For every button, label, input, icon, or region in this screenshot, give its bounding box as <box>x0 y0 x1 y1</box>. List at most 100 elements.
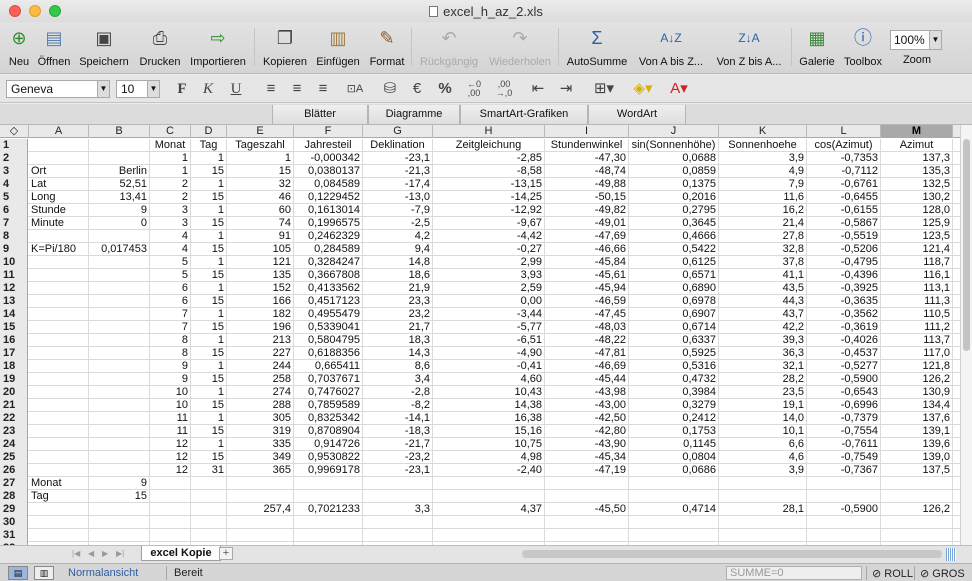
align-right-button[interactable]: ≡ <box>314 80 332 98</box>
cell-l16[interactable]: -0,4026 <box>807 334 881 347</box>
cell-h28[interactable] <box>433 490 545 503</box>
cell-c21[interactable]: 10 <box>150 399 191 412</box>
cell-k29[interactable]: 28,1 <box>719 503 807 516</box>
cell-f13[interactable]: 0,4517123 <box>294 295 363 308</box>
cell-j4[interactable]: 0,1375 <box>629 178 719 191</box>
bold-button[interactable]: F <box>172 80 192 98</box>
cell-f28[interactable] <box>294 490 363 503</box>
cell-g9[interactable]: 9,4 <box>363 243 433 256</box>
row-header[interactable]: 19 <box>0 373 28 386</box>
cell-i16[interactable]: -48,22 <box>545 334 629 347</box>
cell-m11[interactable]: 116,1 <box>881 269 953 282</box>
cell-j5[interactable]: 0,2016 <box>629 191 719 204</box>
cell-j23[interactable]: 0,1753 <box>629 425 719 438</box>
cell-l25[interactable]: -0,7549 <box>807 451 881 464</box>
cell-c10[interactable]: 5 <box>150 256 191 269</box>
cell-e18[interactable]: 244 <box>227 360 294 373</box>
cell-f3[interactable]: 0,0380137 <box>294 165 363 178</box>
cell-g22[interactable]: -14,1 <box>363 412 433 425</box>
row-header[interactable]: 24 <box>0 438 28 451</box>
cell-a2[interactable] <box>29 152 89 165</box>
cell-m12[interactable]: 113,1 <box>881 282 953 295</box>
cell-a8[interactable] <box>29 230 89 243</box>
cell-h11[interactable]: 3,93 <box>433 269 545 282</box>
row-header[interactable]: 11 <box>0 269 28 282</box>
row-header[interactable]: 7 <box>0 217 28 230</box>
cell-c26[interactable]: 12 <box>150 464 191 477</box>
cell-g26[interactable]: -23,1 <box>363 464 433 477</box>
cell-e19[interactable]: 258 <box>227 373 294 386</box>
cell-b22[interactable] <box>89 412 150 425</box>
cell-g29[interactable]: 3,3 <box>363 503 433 516</box>
cell-m1[interactable]: Azimut <box>881 139 953 152</box>
spreadsheet-grid[interactable]: ◇ A B C D E F G H I J K L M 1 Monat Tag Tageszahl Jahrest… <box>0 125 960 545</box>
cell-m14[interactable]: 110,5 <box>881 308 953 321</box>
cell-j1[interactable]: sin(Sonnenhöhe) <box>629 139 719 152</box>
cell-a4[interactable]: Lat <box>29 178 89 191</box>
cell-b10[interactable] <box>89 256 150 269</box>
save-button[interactable]: ▣ Speichern <box>76 24 132 72</box>
cell-h21[interactable]: 14,38 <box>433 399 545 412</box>
cell-i7[interactable]: -49,01 <box>545 217 629 230</box>
font-name-select[interactable]: Geneva ▼ <box>6 80 110 98</box>
row-header[interactable]: 12 <box>0 282 28 295</box>
cell-g28[interactable] <box>363 490 433 503</box>
row-header[interactable]: 15 <box>0 321 28 334</box>
cell-i1[interactable]: Stundenwinkel <box>545 139 629 152</box>
cell-k22[interactable]: 14,0 <box>719 412 807 425</box>
cell-h17[interactable]: -4,90 <box>433 347 545 360</box>
cell-k20[interactable]: 23,5 <box>719 386 807 399</box>
cell-h2[interactable]: -2,85 <box>433 152 545 165</box>
cell-a15[interactable] <box>29 321 89 334</box>
cell-g7[interactable]: -2,5 <box>363 217 433 230</box>
cell-e16[interactable]: 213 <box>227 334 294 347</box>
row-header[interactable]: 1 <box>0 139 28 152</box>
prev-sheet-icon[interactable]: ◀ <box>88 549 94 558</box>
cell-c19[interactable]: 9 <box>150 373 191 386</box>
cell-d16[interactable]: 1 <box>191 334 227 347</box>
cell-h6[interactable]: -12,92 <box>433 204 545 217</box>
cell-b16[interactable] <box>89 334 150 347</box>
cell-h18[interactable]: -0,41 <box>433 360 545 373</box>
cell-j31[interactable] <box>629 529 719 542</box>
cell-g15[interactable]: 21,7 <box>363 321 433 334</box>
cell-c18[interactable]: 9 <box>150 360 191 373</box>
cell-k30[interactable] <box>719 516 807 529</box>
cell-e14[interactable]: 182 <box>227 308 294 321</box>
cell-m3[interactable]: 135,3 <box>881 165 953 178</box>
cell-j13[interactable]: 0,6978 <box>629 295 719 308</box>
cell-m10[interactable]: 118,7 <box>881 256 953 269</box>
cell-i8[interactable]: -47,69 <box>545 230 629 243</box>
cell-a9[interactable]: K=Pi/180 <box>29 243 89 256</box>
cell-d19[interactable]: 15 <box>191 373 227 386</box>
cell-b19[interactable] <box>89 373 150 386</box>
cell-l19[interactable]: -0,5900 <box>807 373 881 386</box>
cell-j3[interactable]: 0,0859 <box>629 165 719 178</box>
cell-f25[interactable]: 0,9530822 <box>294 451 363 464</box>
cell-a7[interactable]: Minute <box>29 217 89 230</box>
cell-m6[interactable]: 128,0 <box>881 204 953 217</box>
cell-f8[interactable]: 0,2462329 <box>294 230 363 243</box>
cell-d20[interactable]: 1 <box>191 386 227 399</box>
row-header[interactable]: 22 <box>0 412 28 425</box>
cell-g19[interactable]: 3,4 <box>363 373 433 386</box>
cell-f19[interactable]: 0,7037671 <box>294 373 363 386</box>
row-header[interactable]: 9 <box>0 243 28 256</box>
cell-i6[interactable]: -49,82 <box>545 204 629 217</box>
cell-f14[interactable]: 0,4955479 <box>294 308 363 321</box>
borders-button[interactable]: ⊞▾ <box>590 80 618 98</box>
row-header[interactable]: 3 <box>0 165 28 178</box>
column-header-b[interactable]: B <box>89 125 150 138</box>
cell-c2[interactable]: 1 <box>150 152 191 165</box>
cell-f23[interactable]: 0,8708904 <box>294 425 363 438</box>
cell-h5[interactable]: -14,25 <box>433 191 545 204</box>
cell-f26[interactable]: 0,9969178 <box>294 464 363 477</box>
column-header-c[interactable]: C <box>150 125 191 138</box>
cell-j19[interactable]: 0,4732 <box>629 373 719 386</box>
row-header[interactable]: 31 <box>0 529 28 542</box>
cell-f7[interactable]: 0,1996575 <box>294 217 363 230</box>
cell-g11[interactable]: 18,6 <box>363 269 433 282</box>
cell-f6[interactable]: 0,1613014 <box>294 204 363 217</box>
cell-e29[interactable]: 257,4 <box>227 503 294 516</box>
cell-m30[interactable] <box>881 516 953 529</box>
